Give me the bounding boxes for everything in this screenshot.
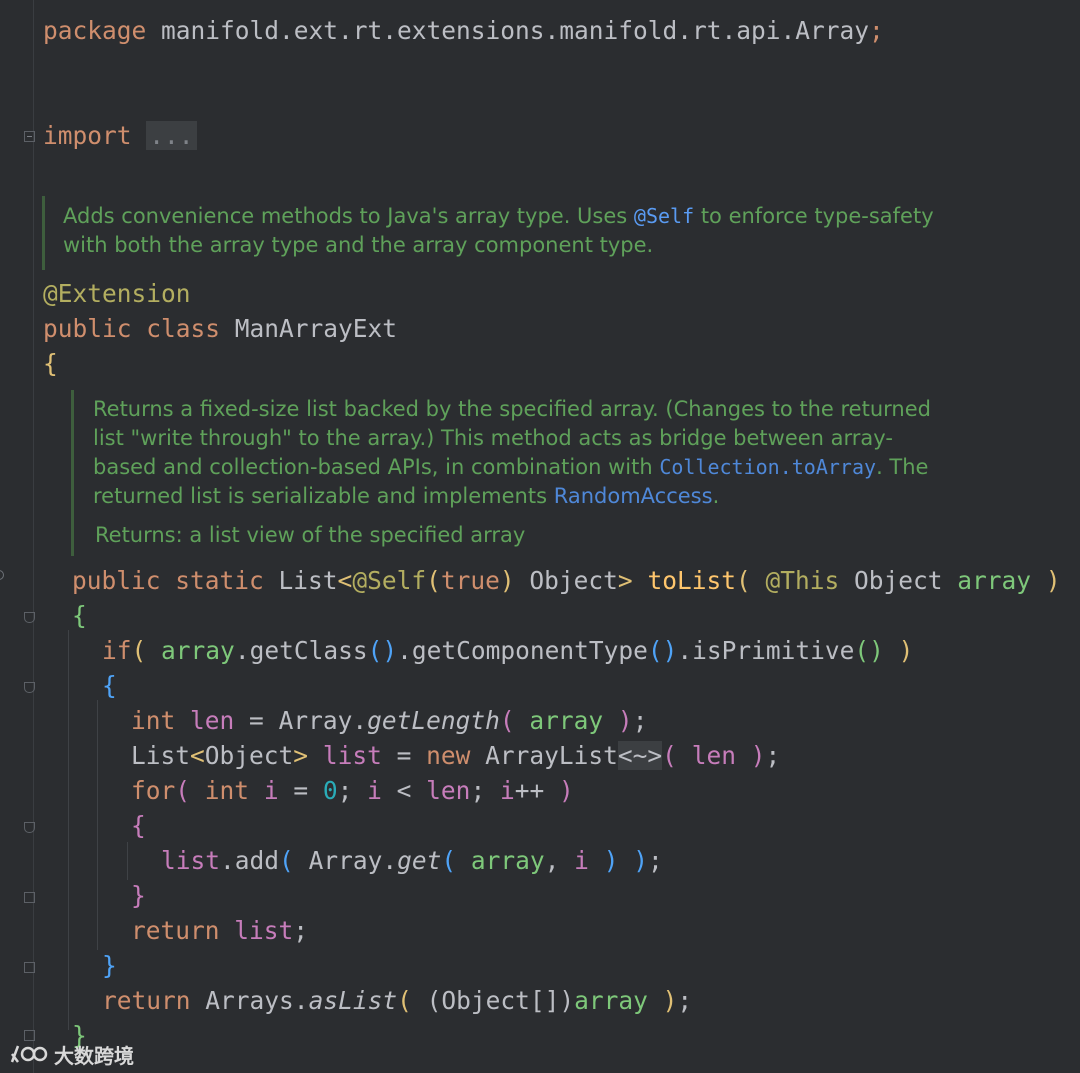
if-open-brace: { (102, 671, 117, 700)
list-add-statement[interactable]: list.add( Array.get( array, i ) ); (161, 846, 663, 876)
editor-gutter (0, 0, 34, 1073)
import-line[interactable]: import ... (43, 121, 197, 151)
if-statement[interactable]: if( array.getClass().getComponentType().… (102, 636, 913, 666)
package-line[interactable]: package manifold.ext.rt.extensions.manif… (43, 16, 884, 46)
indent-guide (68, 630, 69, 1030)
fold-for-icon[interactable] (24, 822, 35, 833)
inferred-diamond[interactable]: <~> (617, 741, 663, 770)
method-doc-line2: list "write through" to the array.) This… (93, 426, 893, 450)
fold-if-icon[interactable] (24, 682, 35, 693)
randomaccess-link[interactable]: RandomAccess (554, 484, 713, 508)
extension-annotation[interactable]: @Extension (43, 279, 191, 309)
brand-logo-icon (10, 1045, 48, 1063)
fold-method-icon[interactable] (24, 612, 35, 623)
method-doc-line3: based and collection-based APIs, in comb… (93, 455, 929, 479)
method-signature[interactable]: public static List<@Self(true) Object> t… (72, 566, 1061, 596)
for-open-brace: { (131, 811, 146, 840)
list-declaration[interactable]: List<Object> list = new ArrayList<~>( le… (131, 741, 780, 771)
class-doc-bar (42, 196, 45, 270)
class-doc-line1: Adds convenience methods to Java's array… (63, 204, 934, 228)
if-close-brace: } (102, 951, 117, 980)
method-doc-line4: returned list is serializable and implem… (93, 484, 720, 508)
indent-guide (127, 842, 128, 880)
len-declaration[interactable]: int len = Array.getLength( array ); (131, 706, 647, 736)
return-list-statement[interactable]: return list; (131, 916, 308, 946)
for-close-brace: } (131, 881, 146, 910)
return-aslist-statement[interactable]: return Arrays.asList( (Object[])array ); (102, 986, 692, 1016)
method-doc-line1: Returns a fixed-size list backed by the … (93, 397, 931, 421)
fold-import-icon[interactable] (24, 131, 35, 142)
class-open-brace: { (43, 349, 58, 378)
for-statement[interactable]: for( int i = 0; i < len; i++ ) (131, 776, 574, 806)
fold-if-end-icon[interactable] (24, 962, 35, 973)
collection-toarray-link[interactable]: Collection.toArray (659, 455, 876, 479)
method-doc-bar (71, 390, 74, 556)
indent-guide (97, 700, 98, 950)
fold-for-end-icon[interactable] (24, 892, 35, 903)
watermark: 大数跨境 (8, 1040, 134, 1069)
method-doc-returns: Returns: a list view of the specified ar… (95, 523, 526, 547)
watermark-text: 大数跨境 (54, 1044, 134, 1068)
method-open-brace: { (72, 601, 87, 630)
gutter-divider (33, 0, 34, 1073)
class-doc-line2: with both the array type and the array c… (63, 233, 654, 257)
self-link[interactable]: @Self (634, 204, 694, 228)
class-declaration[interactable]: public class ManArrayExt (43, 314, 397, 344)
folded-imports[interactable]: ... (146, 121, 197, 150)
